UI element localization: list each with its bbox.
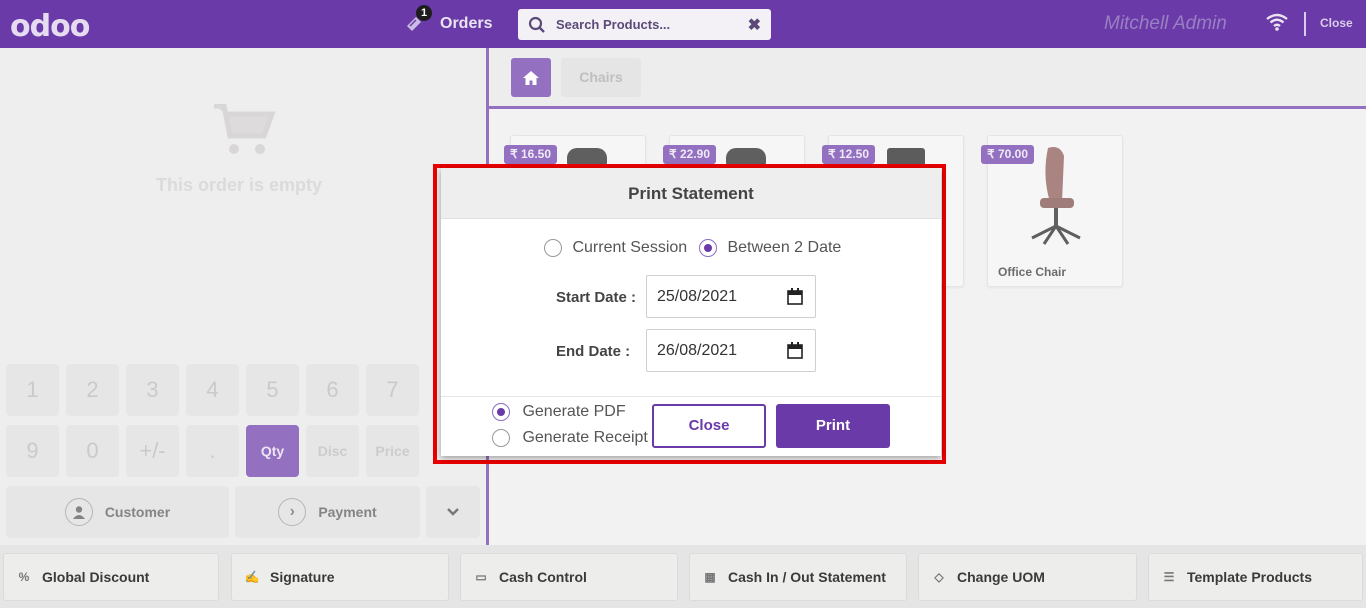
between-dates-label: Between 2 Date (727, 239, 842, 256)
generate-pdf-option[interactable]: Generate PDF (492, 403, 626, 421)
calendar-icon[interactable] (787, 288, 803, 305)
tag-icon: ◇ (934, 570, 944, 584)
button-label: Signature (270, 569, 335, 585)
generate-receipt-option[interactable]: Generate Receipt (492, 429, 648, 447)
template-products-button[interactable]: ☰ Template Products (1148, 553, 1363, 601)
current-session-radio[interactable] (544, 239, 562, 257)
divider (1304, 12, 1306, 36)
end-date-label: End Date : (556, 343, 631, 360)
between-dates-radio[interactable] (699, 239, 717, 257)
list-icon: ☰ (1163, 570, 1175, 584)
current-session-label: Current Session (572, 239, 688, 256)
clear-search-icon[interactable]: ✖ (748, 15, 761, 35)
button-label: Global Discount (42, 569, 150, 585)
between-dates-option[interactable]: Between 2 Date (699, 239, 841, 257)
cash-control-button[interactable]: ▭ Cash Control (460, 553, 678, 601)
close-session-button[interactable]: Close (1320, 16, 1353, 30)
current-session-option[interactable]: Current Session (544, 239, 687, 257)
button-label: Cash Control (499, 569, 587, 585)
button-label: Change UOM (957, 569, 1045, 585)
user-name[interactable]: Mitchell Admin (1104, 13, 1227, 35)
global-discount-button[interactable]: % Global Discount (3, 553, 219, 601)
end-date-value: 26/08/2021 (657, 341, 738, 359)
dialog-footer-divider (441, 396, 941, 397)
dialog-title: Print Statement (441, 168, 941, 219)
dialog-print-button[interactable]: Print (776, 404, 890, 448)
generate-receipt-label: Generate Receipt (522, 429, 648, 446)
cash-in-out-statement-button[interactable]: ▦ Cash In / Out Statement (689, 553, 907, 601)
start-date-value: 25/08/2021 (657, 287, 738, 305)
change-uom-button[interactable]: ◇ Change UOM (918, 553, 1137, 601)
percent-icon: % (18, 570, 30, 584)
calendar-icon[interactable] (787, 342, 803, 359)
orders-count-badge: 1 (416, 5, 432, 21)
dialog-close-button[interactable]: Close (652, 404, 766, 448)
orders-button[interactable]: 1 Orders (404, 5, 493, 40)
calculator-icon: ▦ (704, 570, 716, 584)
money-icon: ▭ (475, 570, 487, 584)
signature-icon: ✍ (244, 570, 260, 584)
generate-pdf-label: Generate PDF (522, 403, 626, 420)
generate-pdf-radio[interactable] (492, 403, 510, 421)
search-bar[interactable]: Search Products... ✖ (518, 9, 771, 40)
odoo-logo: odoo (10, 9, 90, 44)
button-label: Template Products (1187, 569, 1312, 585)
start-date-input[interactable]: 25/08/2021 (646, 275, 816, 318)
ticket-icon: 1 (404, 5, 432, 34)
signature-button[interactable]: ✍ Signature (231, 553, 449, 601)
orders-label: Orders (440, 15, 493, 32)
search-icon (528, 16, 545, 33)
top-bar: odoo 1 Orders Search Products... ✖ Mitch… (0, 0, 1366, 48)
search-input[interactable]: Search Products... (556, 17, 748, 32)
generate-receipt-radio[interactable] (492, 429, 510, 447)
wifi-icon (1266, 13, 1288, 31)
button-label: Cash In / Out Statement (728, 569, 886, 585)
end-date-input[interactable]: 26/08/2021 (646, 329, 816, 372)
start-date-label: Start Date : (556, 289, 637, 306)
